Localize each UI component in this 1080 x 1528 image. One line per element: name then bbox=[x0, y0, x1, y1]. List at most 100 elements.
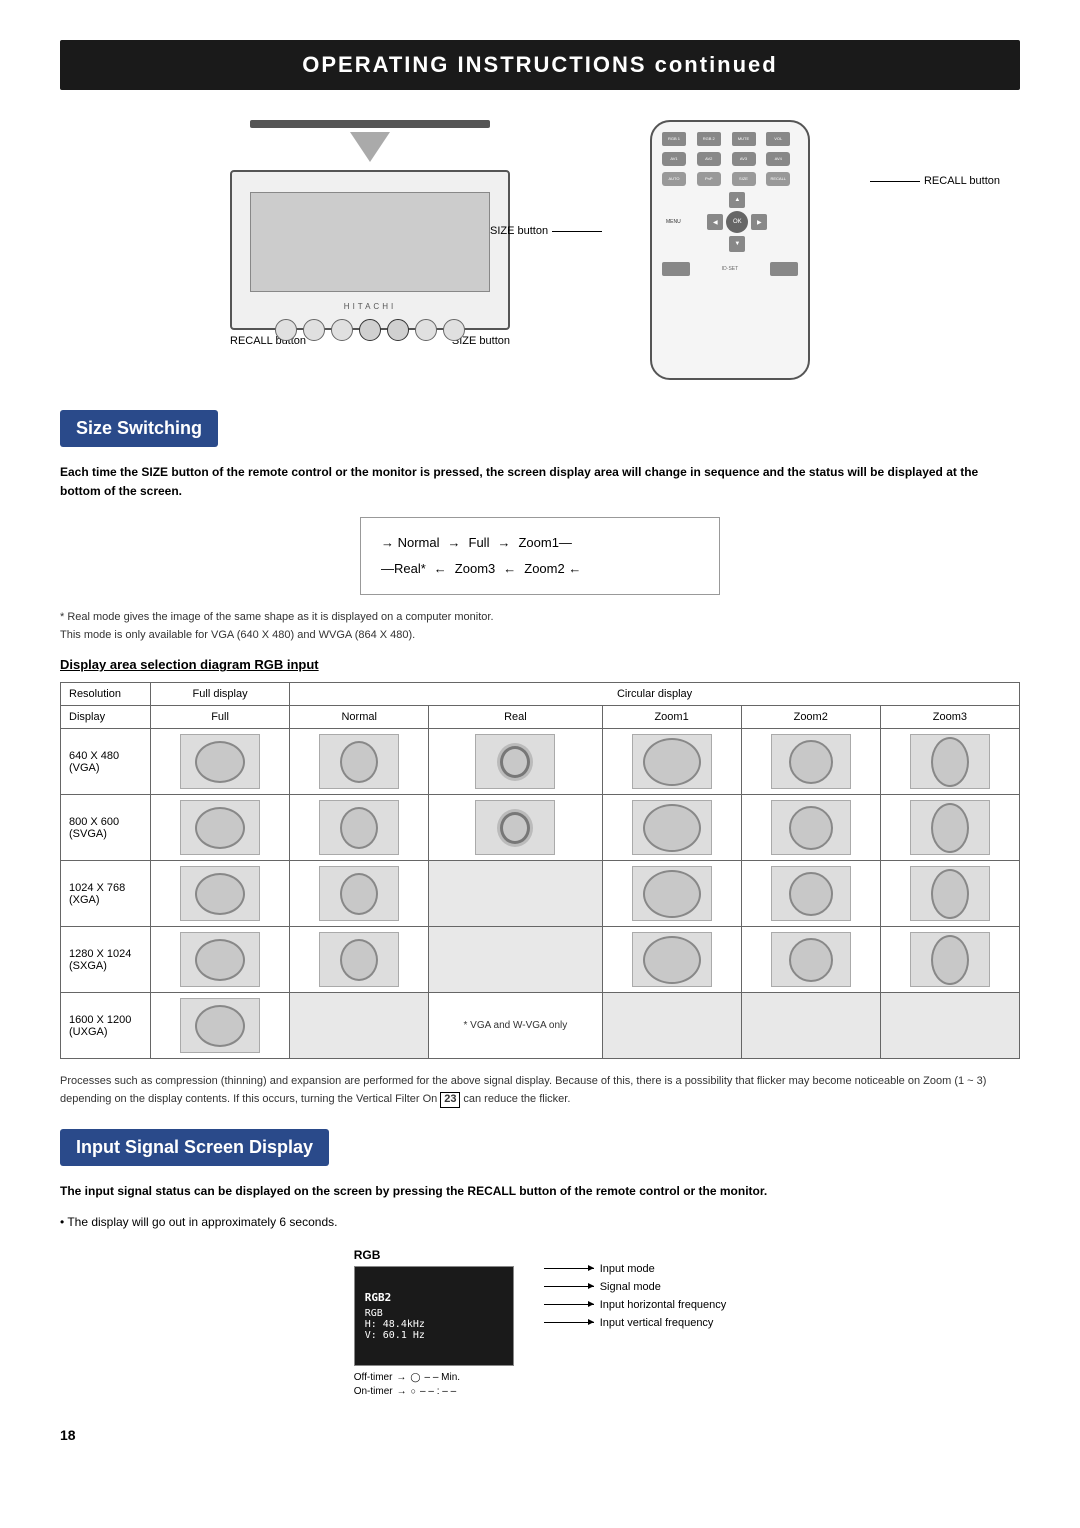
monitor-btn-3[interactable] bbox=[331, 319, 353, 341]
flow-arrow1: → bbox=[448, 530, 461, 556]
monitor-btn-5[interactable] bbox=[387, 319, 409, 341]
timer-icon: ◯ bbox=[410, 1372, 420, 1383]
table-row: 640 X 480(VGA) bbox=[61, 729, 1020, 795]
input-signal-description: The input signal status can be displayed… bbox=[60, 1182, 1020, 1201]
v-freq-label: Input vertical frequency bbox=[600, 1317, 714, 1329]
flow-diagram: → Normal → Full → Zoom1— —Real* ← Zoom3 … bbox=[360, 517, 720, 595]
remote-btn-av2[interactable]: AV2 bbox=[697, 152, 721, 166]
signal-label-v-freq: Input vertical frequency bbox=[544, 1317, 727, 1329]
remote-dpad-right[interactable]: ▶ bbox=[751, 214, 767, 230]
table-cell-normal-svga bbox=[290, 795, 429, 861]
remote-dpad-up[interactable]: ▲ bbox=[729, 192, 745, 208]
remote-btn-mute[interactable]: MUTE bbox=[732, 132, 756, 146]
timer-area: Off-timer → ◯ – – Min. On-timer → ○ – – … bbox=[354, 1372, 514, 1397]
remote-diagram: RGB 1 RGB 2 MUTE VOL AV1 AV2 AV3 AV4 AUT… bbox=[590, 120, 870, 380]
monitor-screen bbox=[250, 192, 490, 292]
off-timer-row: Off-timer → ◯ – – Min. bbox=[354, 1372, 514, 1383]
table-cell-normal-vga bbox=[290, 729, 429, 795]
table-cell-zoom1-xga bbox=[602, 861, 741, 927]
page-title: OPERATING INSTRUCTIONS continued bbox=[60, 40, 1020, 90]
signal-line-h: H: 48.4kHz bbox=[365, 1319, 425, 1330]
arrow-v-freq-icon bbox=[544, 1322, 594, 1323]
table-header-circular: Circular display bbox=[290, 683, 1020, 706]
table-header-full-display: Full display bbox=[151, 683, 290, 706]
flow-arrow2: → bbox=[497, 530, 510, 556]
table-cell-zoom3-xga bbox=[880, 861, 1019, 927]
oval-real-svga bbox=[500, 812, 530, 844]
signal-label-h-freq: Input horizontal frequency bbox=[544, 1299, 727, 1311]
on-timer-value: – – : – – bbox=[420, 1386, 456, 1397]
monitor-btn-7[interactable] bbox=[443, 319, 465, 341]
remote-btn-av1[interactable]: AV1 bbox=[662, 152, 686, 166]
remote-body: RGB 1 RGB 2 MUTE VOL AV1 AV2 AV3 AV4 AUT… bbox=[650, 120, 810, 380]
monitor-btn-2[interactable] bbox=[303, 319, 325, 341]
oval-full-uxga bbox=[195, 1005, 245, 1047]
oval-zoom2-svga bbox=[789, 806, 833, 850]
input-signal-section: Input Signal Screen Display The input si… bbox=[60, 1129, 1020, 1397]
oval-zoom3-xga bbox=[931, 869, 969, 919]
table-row: 800 X 600(SVGA) bbox=[61, 795, 1020, 861]
table-cell-zoom2-uxga bbox=[741, 993, 880, 1059]
remote-btn-recall[interactable]: RECALL bbox=[766, 172, 790, 186]
remote-dpad: ▲ ▼ ◀ ▶ OK bbox=[707, 192, 767, 252]
remote-btn-pnp[interactable]: PnP bbox=[697, 172, 721, 186]
off-timer-label: Off-timer bbox=[354, 1372, 393, 1383]
oval-real-vga bbox=[500, 746, 530, 778]
remote-btn-rgb1[interactable]: RGB 1 bbox=[662, 132, 686, 146]
on-timer-row: On-timer → ○ – – : – – bbox=[354, 1386, 514, 1397]
arrow-right-icon2: → bbox=[397, 1386, 407, 1397]
remote-btn-rgb2[interactable]: RGB 2 bbox=[697, 132, 721, 146]
diagram-section: HITACHI RECALL button SIZE button RGB 1 … bbox=[60, 120, 1020, 380]
remote-dpad-down[interactable]: ▼ bbox=[729, 236, 745, 252]
remote-btn-bottom-right[interactable] bbox=[770, 262, 798, 276]
page-number: 18 bbox=[60, 1427, 1020, 1443]
monitor-btn-1[interactable] bbox=[275, 319, 297, 341]
size-switching-section: Size Switching Each time the SIZE button… bbox=[60, 410, 1020, 1109]
input-signal-heading: Input Signal Screen Display bbox=[60, 1129, 329, 1166]
arrow-right-icon: → bbox=[396, 1372, 406, 1383]
table-cell-full-sxga bbox=[151, 927, 290, 993]
remote-btn-bottom-left[interactable] bbox=[662, 262, 690, 276]
screen-display-real-svga bbox=[475, 800, 555, 855]
table-cell-zoom1-uxga bbox=[602, 993, 741, 1059]
process-note-text2: can reduce the flicker. bbox=[463, 1093, 570, 1105]
oval-full-xga bbox=[195, 873, 245, 915]
remote-dpad-left[interactable]: ◀ bbox=[707, 214, 723, 230]
remote-btn-av3[interactable]: AV3 bbox=[732, 152, 756, 166]
oval-zoom1-xga bbox=[643, 870, 701, 918]
monitor-btn-6[interactable] bbox=[415, 319, 437, 341]
remote-btn-vol[interactable]: VOL bbox=[766, 132, 790, 146]
table-cell-res-xga: 1024 X 768(XGA) bbox=[61, 861, 151, 927]
flow-arrow3: ← bbox=[434, 556, 447, 582]
screen-display-full-uxga bbox=[180, 998, 260, 1053]
table-subheader-display: Display bbox=[61, 706, 151, 729]
remote-btn-size[interactable]: SIZE bbox=[732, 172, 756, 186]
screen-display-zoom3-svga bbox=[910, 800, 990, 855]
table-cell-real-sxga bbox=[429, 927, 602, 993]
table-row: 1280 X 1024(SXGA) bbox=[61, 927, 1020, 993]
table-subheader-zoom2: Zoom2 bbox=[741, 706, 880, 729]
off-timer-value: – – Min. bbox=[425, 1372, 461, 1383]
remote-btn-av4[interactable]: AV4 bbox=[766, 152, 790, 166]
flow-row-2: —Real* ← Zoom3 ← Zoom2 ← bbox=[381, 556, 699, 582]
size-switching-description: Each time the SIZE button of the remote … bbox=[60, 463, 1020, 501]
on-timer-icon: ○ bbox=[411, 1386, 416, 1396]
table-cell-full-uxga bbox=[151, 993, 290, 1059]
remote-size-label-container: SIZE button bbox=[490, 225, 602, 237]
table-cell-zoom2-sxga bbox=[741, 927, 880, 993]
oval-full-svga bbox=[195, 807, 245, 849]
table-cell-real-vga bbox=[429, 729, 602, 795]
process-note: Processes such as compression (thinning)… bbox=[60, 1073, 1020, 1108]
monitor-btn-4[interactable] bbox=[359, 319, 381, 341]
table-cell-res-uxga: 1600 X 1200(UXGA) bbox=[61, 993, 151, 1059]
table-subheader-zoom3: Zoom3 bbox=[880, 706, 1019, 729]
remote-row3: AUTO PnP SIZE RECALL bbox=[662, 172, 798, 186]
remote-dpad-ok[interactable]: OK bbox=[726, 211, 748, 233]
signal-line-v: V: 60.1 Hz bbox=[365, 1330, 425, 1341]
oval-zoom1-svga bbox=[643, 804, 701, 852]
remote-btn-auto[interactable]: AUTO bbox=[662, 172, 686, 186]
table-cell-zoom1-sxga bbox=[602, 927, 741, 993]
signal-label-signal-mode: Signal mode bbox=[544, 1281, 727, 1293]
screen-display-zoom1-svga bbox=[632, 800, 712, 855]
table-cell-res-svga: 800 X 600(SVGA) bbox=[61, 795, 151, 861]
